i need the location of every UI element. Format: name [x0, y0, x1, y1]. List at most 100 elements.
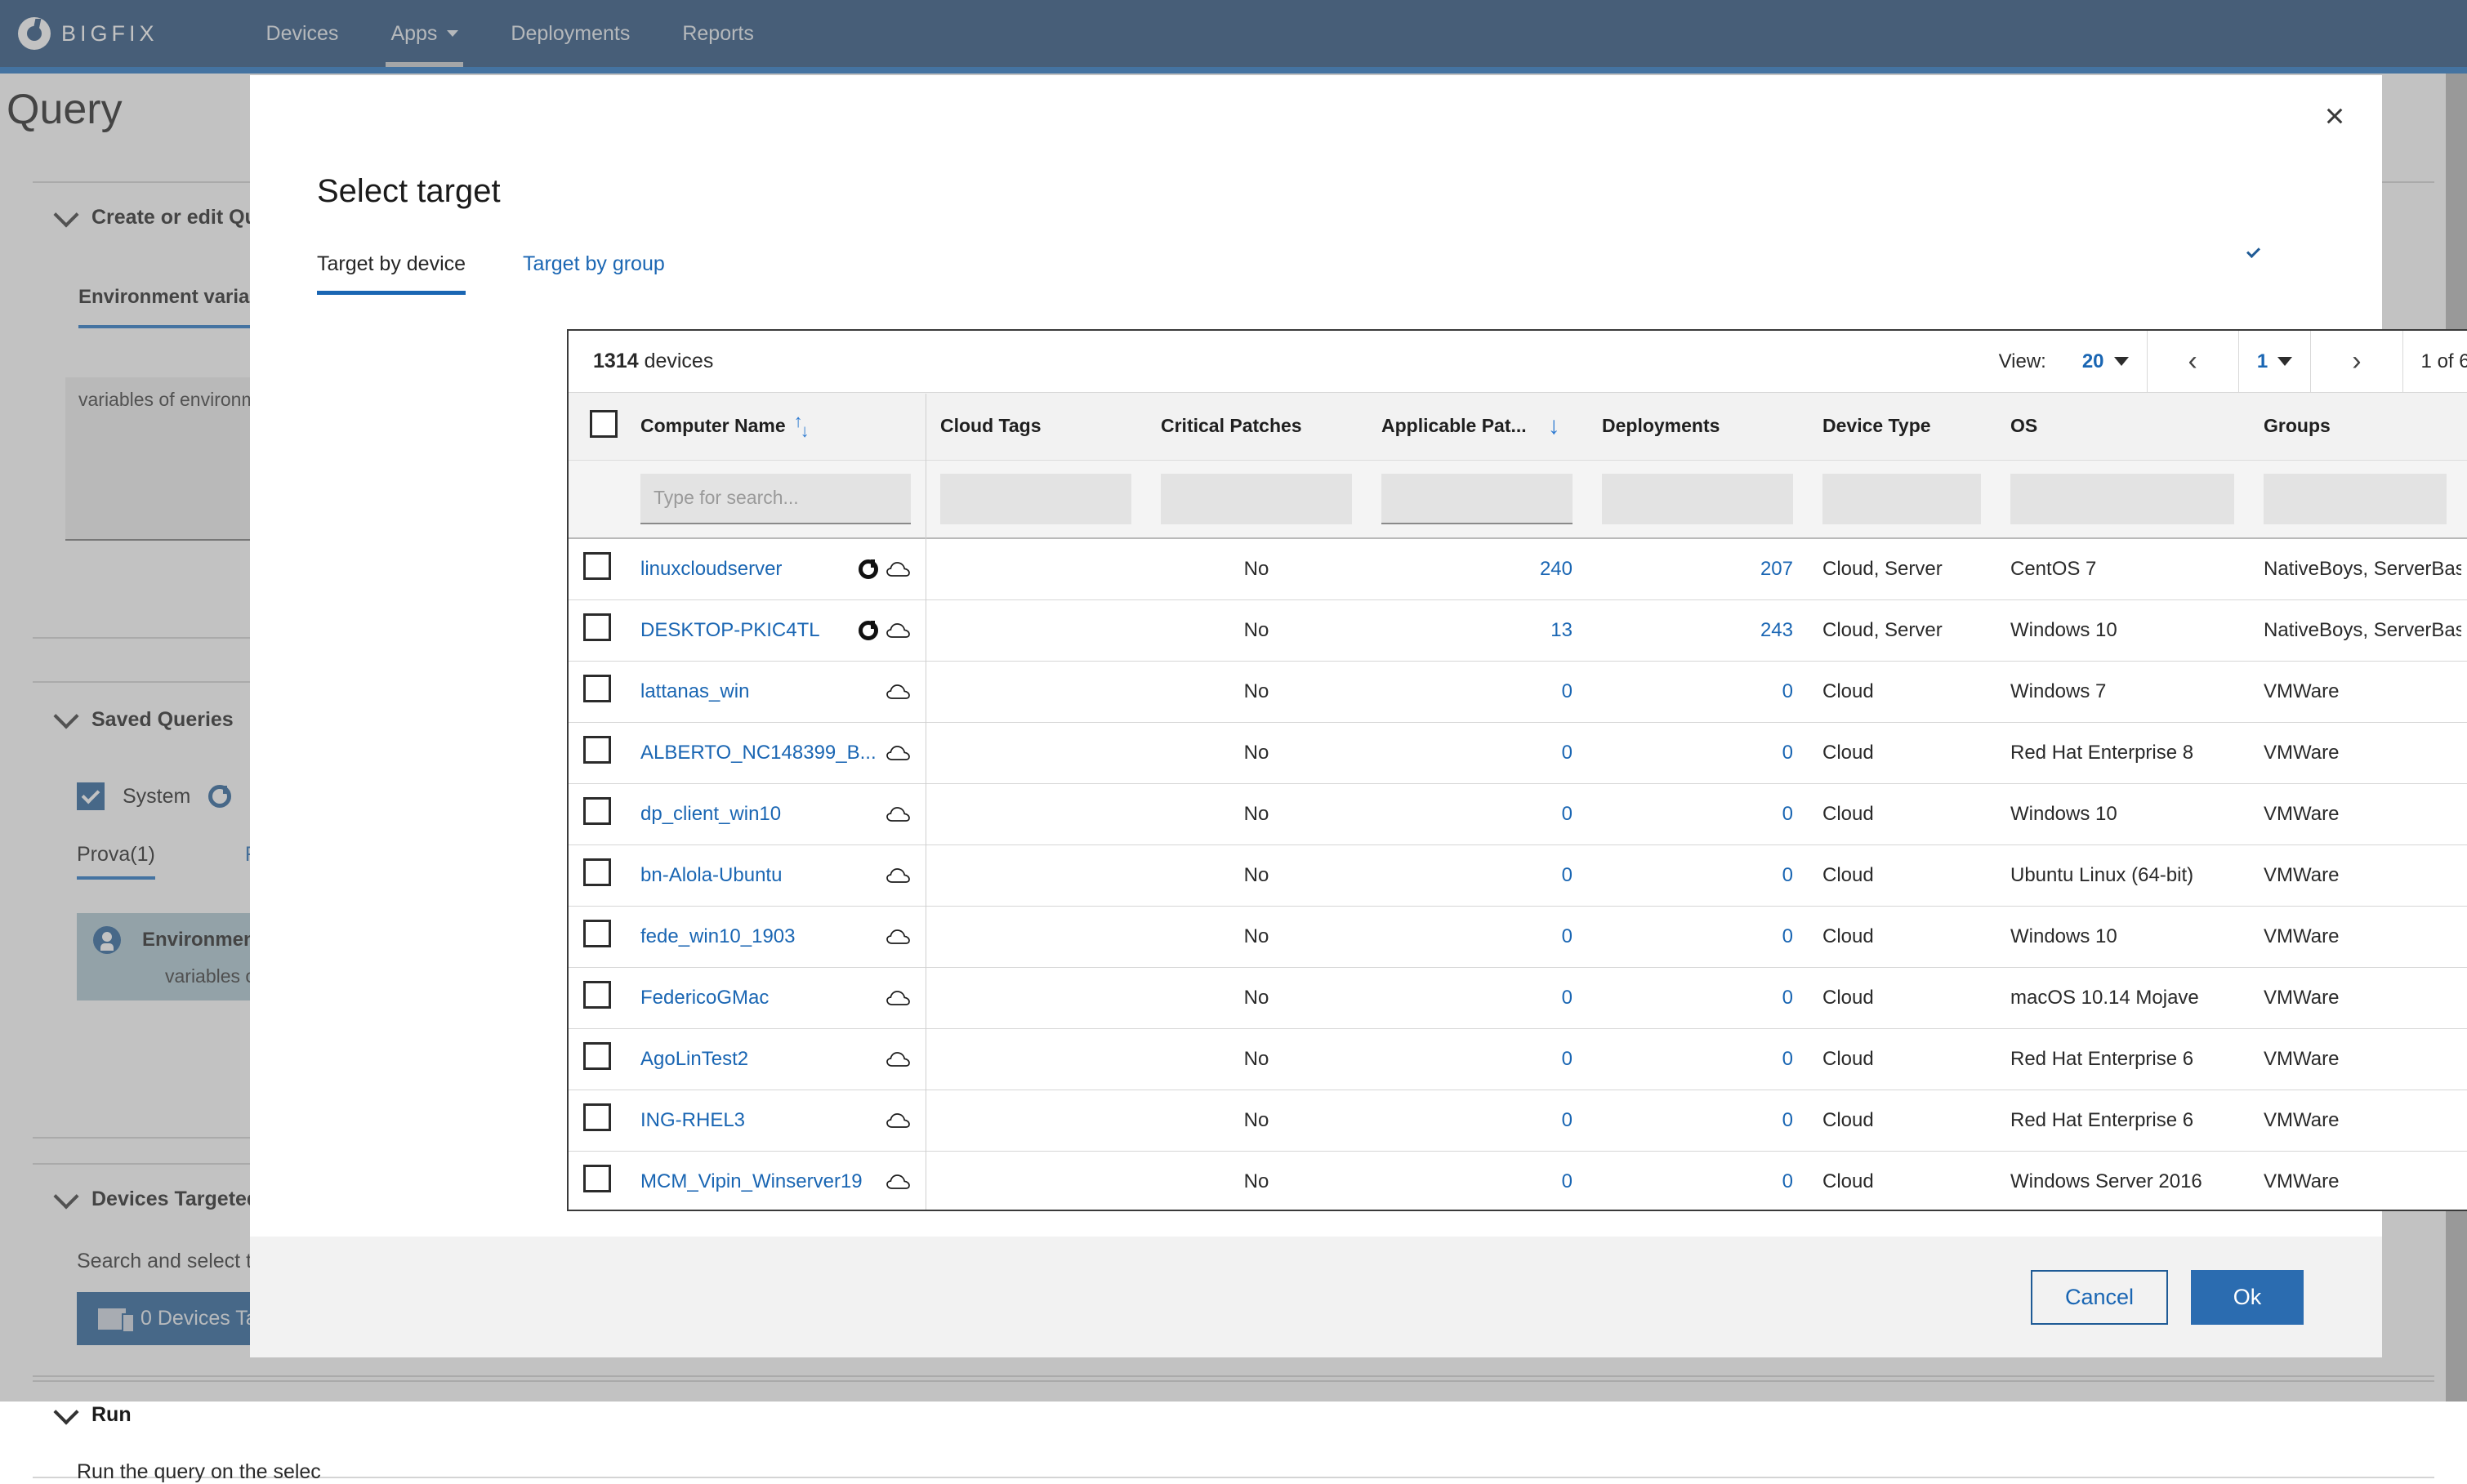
deployments-link[interactable]: 0 — [1782, 1109, 1793, 1131]
column-header-device-type[interactable]: Device Type — [1808, 393, 1996, 460]
deployments-link[interactable]: 243 — [1760, 619, 1793, 641]
column-header-cloud-tags[interactable]: Cloud Tags — [926, 393, 1146, 460]
cloud-icon — [886, 867, 911, 884]
row-checkbox[interactable] — [583, 1103, 611, 1131]
device-name-link[interactable]: ALBERTO_NC148399_B... — [640, 742, 877, 764]
deployments-link[interactable]: 0 — [1782, 742, 1793, 764]
chevron-right-icon: › — [2329, 345, 2384, 377]
cell-applicable-patches: 0 — [1367, 906, 1587, 967]
critical-patches-filter-input[interactable] — [1161, 474, 1352, 524]
deployments-filter-stepper[interactable] — [1602, 474, 1793, 524]
row-checkbox[interactable] — [583, 858, 611, 886]
page-size-select[interactable]: 20 — [2064, 331, 2147, 393]
column-header-deployments[interactable]: Deployments — [1587, 393, 1808, 460]
device-name-link[interactable]: lattanas_win — [640, 680, 749, 703]
device-name-link[interactable]: linuxcloudserver — [640, 558, 782, 581]
ok-button[interactable]: Ok — [2191, 1270, 2304, 1325]
row-checkbox[interactable] — [583, 981, 611, 1009]
applicable-patches-filter-stepper[interactable] — [1381, 474, 1573, 524]
applicable-patches-link[interactable]: 0 — [1562, 1048, 1573, 1070]
cloud-icon — [886, 929, 911, 945]
row-checkbox[interactable] — [583, 552, 611, 580]
row-checkbox[interactable] — [583, 920, 611, 947]
column-header-ip-address[interactable]: IP Addr — [2461, 393, 2467, 460]
column-header-applicable-patches[interactable]: Applicable Pat... ↓ — [1367, 393, 1587, 460]
table-row[interactable]: fede_win10_1903No00CloudWindows 10VMWare… — [569, 906, 2467, 967]
tab-target-by-device[interactable]: Target by device — [317, 252, 466, 295]
device-name-link[interactable]: AgoLinTest2 — [640, 1048, 748, 1071]
row-checkbox[interactable] — [583, 797, 611, 825]
table-row[interactable]: AgoLinTest2No00CloudRed Hat Enterprise 6… — [569, 1028, 2467, 1090]
cloud-icon — [886, 745, 911, 761]
device-name-link[interactable]: DESKTOP-PKIC4TL — [640, 619, 820, 642]
close-icon[interactable]: × — [2312, 93, 2358, 139]
column-header-critical-patches[interactable]: Critical Patches — [1146, 393, 1367, 460]
table-row[interactable]: linuxcloudserverNo240207Cloud, ServerCen… — [569, 538, 2467, 599]
row-checkbox[interactable] — [583, 613, 611, 641]
table-row[interactable]: bn-Alola-UbuntuNo00CloudUbuntu Linux (64… — [569, 844, 2467, 906]
table-row[interactable]: MCM_Vipin_Winserver19No00CloudWindows Se… — [569, 1151, 2467, 1211]
cell-critical-patches: No — [1146, 783, 1367, 844]
cell-groups: VMWare — [2249, 661, 2461, 722]
deployments-link[interactable]: 0 — [1782, 680, 1793, 702]
column-header-applicable-patches-label: Applicable Pat... — [1381, 415, 1527, 437]
applicable-patches-link[interactable]: 0 — [1562, 987, 1573, 1009]
page-number-select[interactable]: 1 — [2238, 331, 2310, 393]
device-name-link[interactable]: MCM_Vipin_Winserver19 — [640, 1170, 863, 1193]
row-checkbox[interactable] — [583, 1165, 611, 1192]
cell-deployments: 0 — [1587, 1028, 1808, 1090]
device-name-link[interactable]: fede_win10_1903 — [640, 925, 796, 948]
os-filter-select[interactable] — [2010, 474, 2234, 524]
row-icons — [886, 929, 911, 945]
column-header-groups[interactable]: Groups — [2249, 393, 2461, 460]
cancel-button[interactable]: Cancel — [2031, 1270, 2168, 1325]
deployments-link[interactable]: 0 — [1782, 925, 1793, 947]
table-row[interactable]: ING-RHEL3No00CloudRed Hat Enterprise 6VM… — [569, 1090, 2467, 1151]
row-select-cell — [569, 1151, 626, 1211]
applicable-patches-link[interactable]: 13 — [1550, 619, 1573, 641]
device-name-link[interactable]: bn-Alola-Ubuntu — [640, 864, 782, 887]
row-checkbox[interactable] — [583, 675, 611, 702]
device-name-link[interactable]: FedericoGMac — [640, 987, 769, 1009]
table-row[interactable]: DESKTOP-PKIC4TLNo13243Cloud, ServerWindo… — [569, 599, 2467, 661]
device-name-link[interactable]: dp_client_win10 — [640, 803, 781, 826]
prev-page-button[interactable]: ‹ — [2147, 331, 2238, 393]
chevron-collapse-icon — [53, 1399, 78, 1424]
select-all-checkbox[interactable] — [590, 410, 618, 438]
cloud-tags-filter-input[interactable] — [940, 474, 1131, 524]
table-row[interactable]: ALBERTO_NC148399_B...No00CloudRed Hat En… — [569, 722, 2467, 783]
table-row[interactable]: FedericoGMacNo00CloudmacOS 10.14 MojaveV… — [569, 967, 2467, 1028]
applicable-patches-link[interactable]: 0 — [1562, 742, 1573, 764]
applicable-patches-link[interactable]: 0 — [1562, 1170, 1573, 1192]
tab-target-by-group[interactable]: Target by group — [523, 252, 665, 295]
cell-critical-patches: No — [1146, 906, 1367, 967]
column-header-computer-name[interactable]: Computer Name ↑↓ — [626, 393, 926, 460]
pagination-controls: View: 20 ‹ 1 › — [1981, 331, 2467, 393]
deployments-link[interactable]: 207 — [1760, 558, 1793, 580]
next-page-button[interactable]: › — [2310, 331, 2402, 393]
device-name-link[interactable]: ING-RHEL3 — [640, 1109, 745, 1132]
deployments-link[interactable]: 0 — [1782, 803, 1793, 825]
table-row[interactable]: lattanas_winNo00CloudWindows 7VMWare10.1… — [569, 661, 2467, 722]
deployments-link[interactable]: 0 — [1782, 987, 1793, 1009]
column-header-os[interactable]: OS — [1996, 393, 2249, 460]
applicable-patches-link[interactable]: 0 — [1562, 803, 1573, 825]
applicable-patches-link[interactable]: 0 — [1562, 1109, 1573, 1131]
cell-deployments: 0 — [1587, 844, 1808, 906]
row-checkbox[interactable] — [583, 736, 611, 764]
applicable-patches-link[interactable]: 0 — [1562, 925, 1573, 947]
row-icons — [886, 1112, 911, 1129]
deployments-link[interactable]: 0 — [1782, 864, 1793, 886]
search-input[interactable]: Type for search... — [640, 474, 911, 524]
deployments-link[interactable]: 0 — [1782, 1170, 1793, 1192]
cell-os: Red Hat Enterprise 6 — [1996, 1028, 2249, 1090]
row-checkbox[interactable] — [583, 1042, 611, 1070]
row-select-cell — [569, 661, 626, 722]
applicable-patches-link[interactable]: 0 — [1562, 680, 1573, 702]
groups-filter-input[interactable] — [2264, 474, 2447, 524]
applicable-patches-link[interactable]: 240 — [1540, 558, 1573, 580]
device-type-filter-input[interactable] — [1822, 474, 1981, 524]
table-row[interactable]: dp_client_win10No00CloudWindows 10VMWare… — [569, 783, 2467, 844]
applicable-patches-link[interactable]: 0 — [1562, 864, 1573, 886]
deployments-link[interactable]: 0 — [1782, 1048, 1793, 1070]
